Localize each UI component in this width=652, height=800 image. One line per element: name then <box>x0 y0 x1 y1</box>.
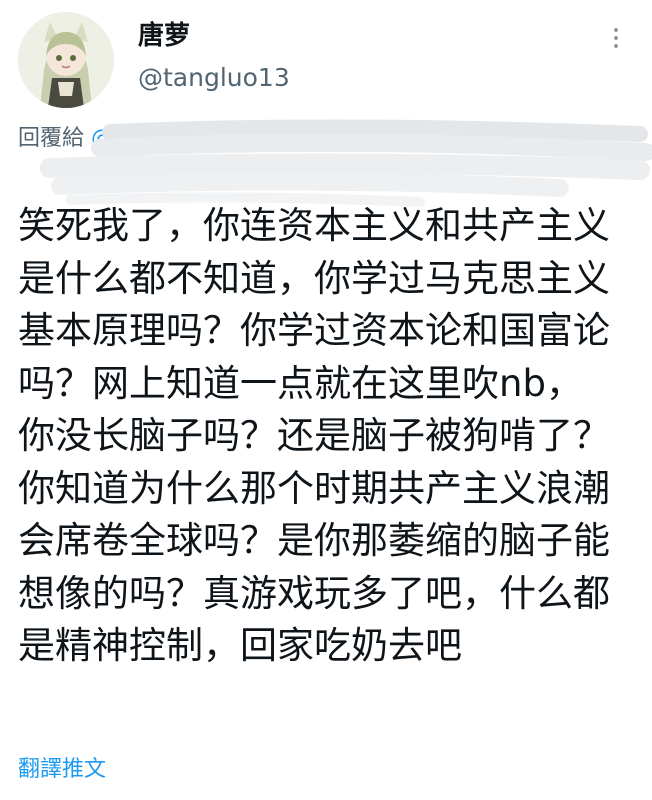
display-name[interactable]: 唐萝 <box>138 20 190 52</box>
tweet-text: 笑死我了，你连资本主义和共产主义 是什么都不知道，你学过马克思主义 基本原理吗？… <box>18 200 648 673</box>
more-vertical-icon <box>614 28 618 32</box>
anime-avatar-icon <box>18 12 114 108</box>
avatar[interactable] <box>18 12 114 108</box>
more-vertical-icon-dot <box>614 44 618 48</box>
more-vertical-icon-dot <box>614 36 618 40</box>
redaction-scribble <box>40 119 652 207</box>
translate-tweet-link[interactable]: 翻譯推文 <box>18 755 106 785</box>
tweet-line: 想像的吗？真游戏玩多了吧，什么都 <box>18 571 610 615</box>
tweet-line: 是什么都不知道，你学过马克思主义 <box>18 256 610 300</box>
tweet-line: 笑死我了，你连资本主义和共产主义 <box>18 204 610 247</box>
tweet-line: 你没长脑子吗？还是脑子被狗啃了？ <box>18 414 610 457</box>
tweet-line: 基本原理吗？你学过资本论和国富论 <box>18 309 610 352</box>
tweet-line: 会席卷全球吗？是你那萎缩的脑子能 <box>18 519 610 562</box>
tweet-line: 你知道为什么那个时期共产主义浪潮 <box>18 466 610 510</box>
more-options-button[interactable] <box>598 20 634 56</box>
tweet-line: 吗？网上知道一点就在这里吹nb， <box>18 361 583 405</box>
user-handle[interactable]: @tangluo13 <box>138 62 290 94</box>
tweet-line: 是精神控制，回家吃奶去吧 <box>18 624 462 667</box>
